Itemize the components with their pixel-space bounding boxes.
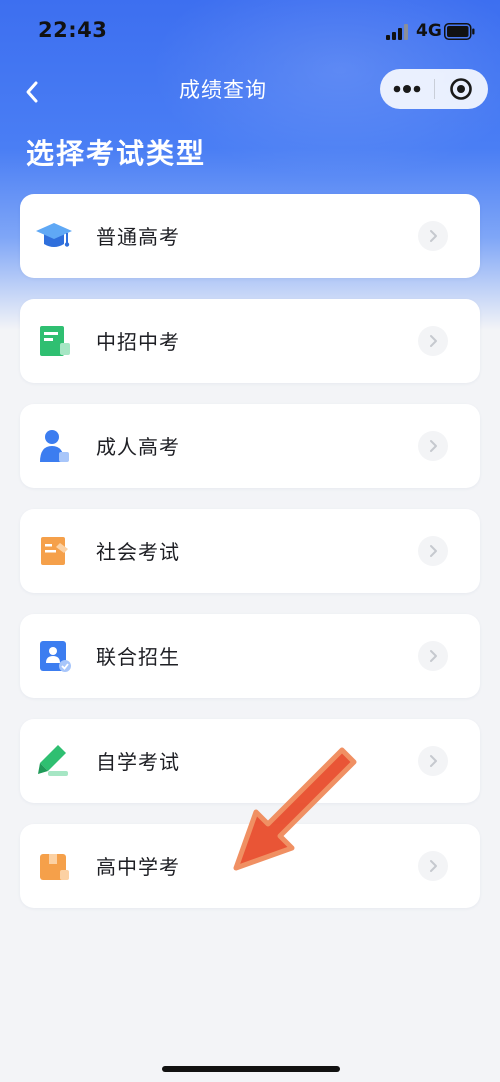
close-mini-program-button[interactable] (435, 69, 489, 109)
battery-icon (444, 23, 475, 40)
chevron-right-icon (418, 536, 448, 566)
exam-type-item-putong-gaokao[interactable]: 普通高考 (20, 194, 480, 278)
mini-program-capsule (380, 69, 488, 109)
exam-type-label: 成人高考 (96, 435, 180, 459)
book-icon (40, 326, 70, 356)
graduation-cap-icon (36, 223, 72, 247)
person-card-icon (40, 641, 71, 672)
target-circle-icon (450, 78, 473, 100)
exam-type-label: 社会考试 (96, 540, 180, 564)
exam-type-list: 普通高考 中招中考 成人高考 社会考试 联合招生 自学考试 高中学考 (20, 194, 480, 929)
home-indicator (162, 1066, 340, 1072)
document-edit-icon (41, 537, 68, 565)
signal-icon (386, 24, 408, 40)
nav-bar: 成绩查询 (0, 62, 500, 122)
exam-type-item-gaozhong-xuekao[interactable]: 高中学考 (20, 824, 480, 908)
box-icon (40, 854, 69, 880)
chevron-right-icon (418, 641, 448, 671)
network-label: 4G (416, 21, 442, 41)
more-button[interactable] (380, 69, 434, 109)
chevron-right-icon (418, 851, 448, 881)
chevron-right-icon (418, 431, 448, 461)
exam-type-label: 联合招生 (96, 645, 180, 669)
status-bar: 22:43 4G (0, 0, 500, 62)
exam-type-label: 自学考试 (96, 750, 180, 774)
exam-type-label: 中招中考 (96, 330, 180, 354)
exam-type-label: 普通高考 (96, 225, 180, 249)
pencil-icon (38, 745, 68, 776)
chevron-right-icon (418, 221, 448, 251)
page-heading: 选择考试类型 (26, 137, 207, 170)
more-dots-icon (393, 85, 421, 93)
exam-type-item-shehui-kaoshi[interactable]: 社会考试 (20, 509, 480, 593)
status-time: 22:43 (38, 18, 108, 42)
person-icon (40, 430, 69, 462)
chevron-right-icon (418, 326, 448, 356)
exam-type-item-lianhe-zhaosheng[interactable]: 联合招生 (20, 614, 480, 698)
exam-type-label: 高中学考 (96, 855, 180, 879)
exam-type-item-zhongzhao-zhongkao[interactable]: 中招中考 (20, 299, 480, 383)
chevron-right-icon (418, 746, 448, 776)
exam-type-item-chengren-gaokao[interactable]: 成人高考 (20, 404, 480, 488)
exam-type-item-zixue-kaoshi[interactable]: 自学考试 (20, 719, 480, 803)
